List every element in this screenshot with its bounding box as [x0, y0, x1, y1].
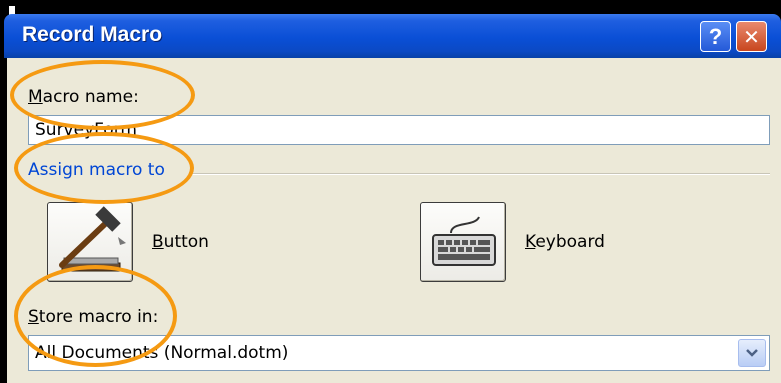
- section-divider: [190, 173, 770, 175]
- highlight-oval-store: [14, 265, 177, 367]
- keyboard-icon: [432, 216, 496, 266]
- record-macro-dialog: Record Macro ? ✕ Macro name: SurveyForm …: [0, 0, 781, 383]
- button-label: Button: [152, 232, 209, 252]
- close-button[interactable]: ✕: [736, 21, 767, 52]
- assign-keyboard-button[interactable]: [420, 202, 506, 282]
- dropdown-button[interactable]: [738, 339, 766, 367]
- keyboard-label: Keyboard: [525, 232, 605, 252]
- help-button[interactable]: ?: [700, 21, 731, 52]
- highlight-oval-macro-name: [10, 60, 195, 130]
- chevron-down-icon: [746, 349, 758, 357]
- window-title: Record Macro: [22, 23, 163, 46]
- help-icon: ?: [708, 23, 723, 49]
- highlight-oval-assign: [14, 132, 194, 204]
- close-icon: ✕: [743, 24, 760, 49]
